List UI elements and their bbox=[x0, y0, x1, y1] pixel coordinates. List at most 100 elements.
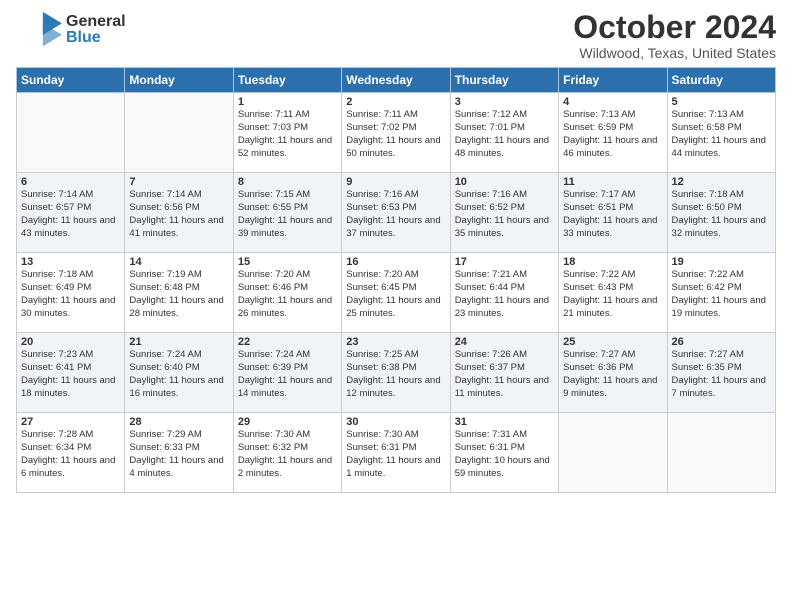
week-row-0: 1Sunrise: 7:11 AM Sunset: 7:03 PM Daylig… bbox=[17, 93, 776, 173]
logo-svg bbox=[16, 10, 64, 50]
header-row: Sunday Monday Tuesday Wednesday Thursday… bbox=[17, 68, 776, 93]
day-number: 10 bbox=[455, 176, 554, 188]
cell-w3-d0: 20Sunrise: 7:23 AM Sunset: 6:41 PM Dayli… bbox=[17, 333, 125, 413]
day-number: 30 bbox=[346, 416, 445, 428]
day-number: 12 bbox=[672, 176, 771, 188]
cell-w4-d0: 27Sunrise: 7:28 AM Sunset: 6:34 PM Dayli… bbox=[17, 413, 125, 493]
cell-w3-d2: 22Sunrise: 7:24 AM Sunset: 6:39 PM Dayli… bbox=[233, 333, 341, 413]
header: General Blue October 2024 Wildwood, Texa… bbox=[16, 10, 776, 61]
cell-w1-d6: 12Sunrise: 7:18 AM Sunset: 6:50 PM Dayli… bbox=[667, 173, 775, 253]
day-number: 1 bbox=[238, 96, 337, 108]
cell-info: Sunrise: 7:29 AM Sunset: 6:33 PM Dayligh… bbox=[129, 429, 228, 480]
cell-info: Sunrise: 7:20 AM Sunset: 6:46 PM Dayligh… bbox=[238, 269, 337, 320]
day-number: 16 bbox=[346, 256, 445, 268]
calendar-table: Sunday Monday Tuesday Wednesday Thursday… bbox=[16, 67, 776, 493]
cell-info: Sunrise: 7:28 AM Sunset: 6:34 PM Dayligh… bbox=[21, 429, 120, 480]
day-number: 15 bbox=[238, 256, 337, 268]
cell-w0-d0 bbox=[17, 93, 125, 173]
day-number: 23 bbox=[346, 336, 445, 348]
week-row-3: 20Sunrise: 7:23 AM Sunset: 6:41 PM Dayli… bbox=[17, 333, 776, 413]
logo-name: General Blue bbox=[66, 14, 126, 46]
cell-w4-d4: 31Sunrise: 7:31 AM Sunset: 6:31 PM Dayli… bbox=[450, 413, 558, 493]
cell-info: Sunrise: 7:26 AM Sunset: 6:37 PM Dayligh… bbox=[455, 349, 554, 400]
col-monday: Monday bbox=[125, 68, 233, 93]
col-friday: Friday bbox=[559, 68, 667, 93]
day-number: 25 bbox=[563, 336, 662, 348]
cell-w0-d1 bbox=[125, 93, 233, 173]
cell-w0-d4: 3Sunrise: 7:12 AM Sunset: 7:01 PM Daylig… bbox=[450, 93, 558, 173]
cell-info: Sunrise: 7:12 AM Sunset: 7:01 PM Dayligh… bbox=[455, 109, 554, 160]
col-tuesday: Tuesday bbox=[233, 68, 341, 93]
cell-w0-d6: 5Sunrise: 7:13 AM Sunset: 6:58 PM Daylig… bbox=[667, 93, 775, 173]
day-number: 18 bbox=[563, 256, 662, 268]
cell-w1-d5: 11Sunrise: 7:17 AM Sunset: 6:51 PM Dayli… bbox=[559, 173, 667, 253]
cell-info: Sunrise: 7:27 AM Sunset: 6:36 PM Dayligh… bbox=[563, 349, 662, 400]
week-row-2: 13Sunrise: 7:18 AM Sunset: 6:49 PM Dayli… bbox=[17, 253, 776, 333]
cell-w4-d3: 30Sunrise: 7:30 AM Sunset: 6:31 PM Dayli… bbox=[342, 413, 450, 493]
day-number: 9 bbox=[346, 176, 445, 188]
cell-w2-d0: 13Sunrise: 7:18 AM Sunset: 6:49 PM Dayli… bbox=[17, 253, 125, 333]
cell-info: Sunrise: 7:16 AM Sunset: 6:52 PM Dayligh… bbox=[455, 189, 554, 240]
cell-w2-d4: 17Sunrise: 7:21 AM Sunset: 6:44 PM Dayli… bbox=[450, 253, 558, 333]
cell-w3-d4: 24Sunrise: 7:26 AM Sunset: 6:37 PM Dayli… bbox=[450, 333, 558, 413]
col-wednesday: Wednesday bbox=[342, 68, 450, 93]
cell-w1-d2: 8Sunrise: 7:15 AM Sunset: 6:55 PM Daylig… bbox=[233, 173, 341, 253]
day-number: 13 bbox=[21, 256, 120, 268]
cell-info: Sunrise: 7:11 AM Sunset: 7:03 PM Dayligh… bbox=[238, 109, 337, 160]
day-number: 19 bbox=[672, 256, 771, 268]
day-number: 26 bbox=[672, 336, 771, 348]
cell-w1-d4: 10Sunrise: 7:16 AM Sunset: 6:52 PM Dayli… bbox=[450, 173, 558, 253]
title-block: October 2024 Wildwood, Texas, United Sta… bbox=[573, 10, 776, 61]
cell-info: Sunrise: 7:22 AM Sunset: 6:42 PM Dayligh… bbox=[672, 269, 771, 320]
day-number: 2 bbox=[346, 96, 445, 108]
cell-info: Sunrise: 7:17 AM Sunset: 6:51 PM Dayligh… bbox=[563, 189, 662, 240]
cell-w0-d2: 1Sunrise: 7:11 AM Sunset: 7:03 PM Daylig… bbox=[233, 93, 341, 173]
page: General Blue October 2024 Wildwood, Texa… bbox=[0, 0, 792, 612]
day-number: 22 bbox=[238, 336, 337, 348]
col-saturday: Saturday bbox=[667, 68, 775, 93]
cell-info: Sunrise: 7:16 AM Sunset: 6:53 PM Dayligh… bbox=[346, 189, 445, 240]
day-number: 20 bbox=[21, 336, 120, 348]
cell-info: Sunrise: 7:23 AM Sunset: 6:41 PM Dayligh… bbox=[21, 349, 120, 400]
cell-info: Sunrise: 7:24 AM Sunset: 6:39 PM Dayligh… bbox=[238, 349, 337, 400]
week-row-1: 6Sunrise: 7:14 AM Sunset: 6:57 PM Daylig… bbox=[17, 173, 776, 253]
cell-info: Sunrise: 7:14 AM Sunset: 6:57 PM Dayligh… bbox=[21, 189, 120, 240]
col-sunday: Sunday bbox=[17, 68, 125, 93]
cell-info: Sunrise: 7:15 AM Sunset: 6:55 PM Dayligh… bbox=[238, 189, 337, 240]
day-number: 24 bbox=[455, 336, 554, 348]
logo: General Blue bbox=[16, 10, 126, 50]
cell-info: Sunrise: 7:30 AM Sunset: 6:32 PM Dayligh… bbox=[238, 429, 337, 480]
cell-w1-d0: 6Sunrise: 7:14 AM Sunset: 6:57 PM Daylig… bbox=[17, 173, 125, 253]
main-title: October 2024 bbox=[573, 10, 776, 45]
cell-info: Sunrise: 7:11 AM Sunset: 7:02 PM Dayligh… bbox=[346, 109, 445, 160]
cell-w2-d5: 18Sunrise: 7:22 AM Sunset: 6:43 PM Dayli… bbox=[559, 253, 667, 333]
cell-info: Sunrise: 7:13 AM Sunset: 6:58 PM Dayligh… bbox=[672, 109, 771, 160]
day-number: 7 bbox=[129, 176, 228, 188]
day-number: 4 bbox=[563, 96, 662, 108]
cell-w2-d3: 16Sunrise: 7:20 AM Sunset: 6:45 PM Dayli… bbox=[342, 253, 450, 333]
cell-info: Sunrise: 7:18 AM Sunset: 6:50 PM Dayligh… bbox=[672, 189, 771, 240]
cell-info: Sunrise: 7:27 AM Sunset: 6:35 PM Dayligh… bbox=[672, 349, 771, 400]
logo-general-text: General bbox=[66, 14, 126, 30]
cell-w3-d5: 25Sunrise: 7:27 AM Sunset: 6:36 PM Dayli… bbox=[559, 333, 667, 413]
day-number: 28 bbox=[129, 416, 228, 428]
day-number: 11 bbox=[563, 176, 662, 188]
cell-info: Sunrise: 7:13 AM Sunset: 6:59 PM Dayligh… bbox=[563, 109, 662, 160]
cell-w2-d6: 19Sunrise: 7:22 AM Sunset: 6:42 PM Dayli… bbox=[667, 253, 775, 333]
cell-w3-d1: 21Sunrise: 7:24 AM Sunset: 6:40 PM Dayli… bbox=[125, 333, 233, 413]
cell-w2-d1: 14Sunrise: 7:19 AM Sunset: 6:48 PM Dayli… bbox=[125, 253, 233, 333]
cell-info: Sunrise: 7:24 AM Sunset: 6:40 PM Dayligh… bbox=[129, 349, 228, 400]
cell-info: Sunrise: 7:19 AM Sunset: 6:48 PM Dayligh… bbox=[129, 269, 228, 320]
cell-info: Sunrise: 7:25 AM Sunset: 6:38 PM Dayligh… bbox=[346, 349, 445, 400]
day-number: 5 bbox=[672, 96, 771, 108]
day-number: 31 bbox=[455, 416, 554, 428]
cell-info: Sunrise: 7:22 AM Sunset: 6:43 PM Dayligh… bbox=[563, 269, 662, 320]
cell-w4-d6 bbox=[667, 413, 775, 493]
cell-w3-d6: 26Sunrise: 7:27 AM Sunset: 6:35 PM Dayli… bbox=[667, 333, 775, 413]
day-number: 27 bbox=[21, 416, 120, 428]
day-number: 14 bbox=[129, 256, 228, 268]
cell-w1-d3: 9Sunrise: 7:16 AM Sunset: 6:53 PM Daylig… bbox=[342, 173, 450, 253]
day-number: 8 bbox=[238, 176, 337, 188]
day-number: 6 bbox=[21, 176, 120, 188]
cell-info: Sunrise: 7:21 AM Sunset: 6:44 PM Dayligh… bbox=[455, 269, 554, 320]
